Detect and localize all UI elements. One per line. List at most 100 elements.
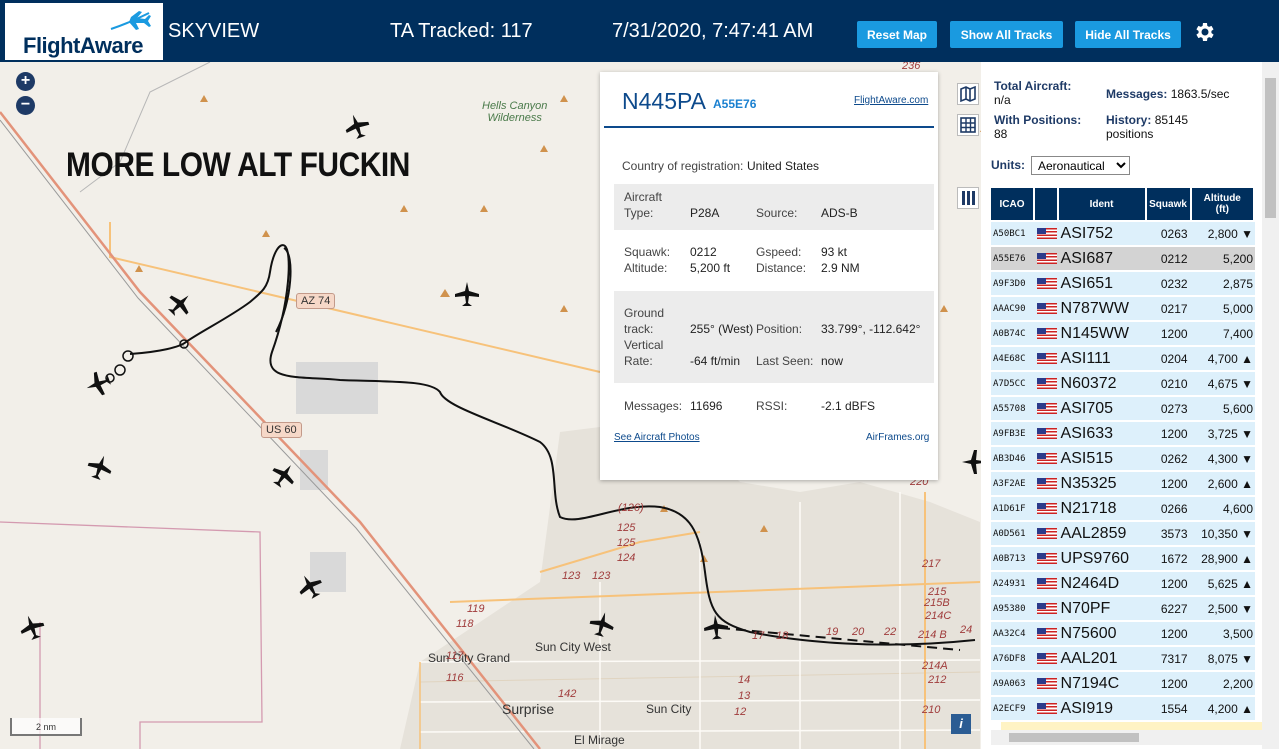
altitude-cell: 4,300 ▼ [1191,447,1255,470]
ident-cell: ASI651 [1058,272,1147,295]
table-row[interactable]: AB3D46 ASI515 0262 4,300 ▼ [991,447,1255,470]
us-flag-icon [1037,253,1057,264]
vertical-scrollbar[interactable] [1262,62,1279,749]
ident-cell: UPS9760 [1058,547,1147,570]
table-row[interactable]: A0B713 UPS9760 1672 28,900 ▲ [991,547,1255,570]
flightaware-link[interactable]: FlightAware.com [854,95,928,106]
flag-cell [1035,372,1059,395]
see-aircraft-photos-link[interactable]: See Aircraft Photos [614,432,700,443]
flag-cell [1035,447,1059,470]
table-row[interactable]: A3F2AE N35325 1200 2,600 ▲ [991,472,1255,495]
map-view[interactable]: + − MORE LOW ALT FUCKIN Hells Canyon Wil… [0,62,981,749]
map-info-button[interactable]: i [951,714,971,734]
table-row[interactable]: A0B74C N145WW 1200 7,400 [991,322,1255,345]
column-altitude[interactable]: Altitude (ft) [1191,188,1255,220]
table-row[interactable]: A55E76 ASI687 0212 5,200 [991,247,1255,270]
table-row[interactable]: A1D61F N21718 0266 4,600 [991,497,1255,520]
column-flag[interactable] [1035,188,1059,220]
flightaware-logo[interactable]: FlightAware [5,3,163,60]
table-row[interactable]: A24931 N2464D 1200 5,625 ▲ [991,572,1255,595]
type-label: Aircraft Type: [624,190,663,220]
flag-cell [1035,547,1059,570]
column-squawk[interactable]: Squawk [1146,188,1192,220]
table-row[interactable]: A4E68C ASI111 0204 4,700 ▲ [991,347,1255,370]
header-bar: FlightAware SKYVIEW TA Tracked: 117 7/31… [0,0,1279,62]
table-row[interactable]: A9FB3E ASI633 1200 3,725 ▼ [991,422,1255,445]
table-row[interactable]: A95380 N70PF 6227 2,500 ▼ [991,597,1255,620]
road-number: 215B [924,597,950,609]
road-number: 19 [826,626,839,638]
ident-cell: N75600 [1058,622,1147,645]
ident-cell: AAL201 [1058,647,1147,670]
map-label-sun-city-grand: Sun City Grand [428,651,511,665]
country-value: United States [747,159,820,173]
us-flag-icon [1037,403,1057,414]
gear-icon[interactable] [1192,20,1216,44]
show-all-tracks-button[interactable]: Show All Tracks [950,21,1063,48]
column-icao[interactable]: ICAO [991,188,1035,220]
road-number: 236 [902,62,921,72]
table-row[interactable]: AAAC90 N787WW 0217 5,000 [991,297,1255,320]
units-select[interactable]: Aeronautical [1031,156,1130,175]
flag-cell [1035,697,1059,720]
map-layers-button[interactable] [957,83,979,105]
map-grid-button[interactable] [957,114,979,136]
table-row[interactable]: A55708 ASI705 0273 5,600 [991,397,1255,420]
us-flag-icon [1037,578,1057,589]
altitude-cell: 2,600 ▲ [1191,472,1255,495]
altitude-cell: 5,600 [1191,397,1255,420]
zoom-out-button[interactable]: − [16,96,35,115]
table-row[interactable]: A9F3D0 ASI651 0232 2,875 [991,272,1255,295]
table-row[interactable]: A9A063 N7194C 1200 2,200 [991,672,1255,695]
messages-rate-label: Messages: [1106,87,1168,101]
ident-cell: N21718 [1058,497,1147,520]
popup-hex-code[interactable]: A55E76 [713,97,756,111]
table-row[interactable]: AA32C4 N75600 1200 3,500 [991,622,1255,645]
road-number: 22 [884,626,897,638]
altitude-cell: 4,600 [1191,497,1255,520]
icao-cell: A9F3D0 [991,272,1035,295]
altitude-cell: 2,875 [1191,272,1255,295]
distance-value: 2.9 NM [821,261,860,275]
squawk-cell: 1200 [1146,322,1192,345]
table-row[interactable]: A50BC1 ASI752 0263 2,800 ▼ [991,222,1255,245]
column-toggle-button[interactable] [957,187,979,209]
map-label-sun-city-west: Sun City West [535,640,611,654]
flag-cell [1035,622,1059,645]
zoom-in-button[interactable]: + [16,72,35,91]
ident-cell: N35325 [1058,472,1147,495]
road-number: 124 [617,552,636,564]
ident-cell: AAL2859 [1058,522,1147,545]
column-ident[interactable]: Ident [1058,188,1147,220]
aircraft-sidebar: Total Aircraft: n/a Messages: 1863.5/sec… [981,62,1279,749]
flag-cell [1035,572,1059,595]
scrollbar-thumb[interactable] [1265,78,1276,218]
squawk-cell: 1200 [1146,572,1192,595]
ident-cell: N60372 [1058,372,1147,395]
table-row[interactable]: A0D561 AAL2859 3573 10,350 ▼ [991,522,1255,545]
reset-map-button[interactable]: Reset Map [857,21,937,48]
map-label-hells-canyon: Hells Canyon Wilderness [482,100,548,124]
lastseen-value: now [821,354,844,368]
hide-all-tracks-button[interactable]: Hide All Tracks [1075,21,1181,48]
squawk-value: 0212 [690,245,717,259]
airframes-link[interactable]: AirFrames.org [866,432,929,443]
ident-cell: N787WW [1058,297,1147,320]
total-aircraft-label: Total Aircraft: [994,79,1072,93]
table-row[interactable]: A7D5CC N60372 0210 4,675 ▼ [991,372,1255,395]
squawk-cell: 0266 [1146,497,1192,520]
scrollbar-thumb[interactable] [1009,733,1139,742]
icao-cell: AB3D46 [991,447,1035,470]
position-label: Position: [756,322,803,336]
country-label: Country of registration: [622,159,744,173]
with-positions-stat: With Positions: 88 [994,113,1081,141]
road-number: 13 [738,690,751,702]
altitude-cell: 3,725 ▼ [1191,422,1255,445]
flag-cell [1035,672,1059,695]
table-row[interactable]: A2ECF9 ASI919 1554 4,200 ▲ [991,697,1255,720]
road-number: 214C [925,610,952,622]
squawk-cell: 1672 [1146,547,1192,570]
us-flag-icon [1037,553,1057,564]
horizontal-scrollbar[interactable] [991,730,1262,745]
table-row[interactable]: A76DF8 AAL201 7317 8,075 ▼ [991,647,1255,670]
